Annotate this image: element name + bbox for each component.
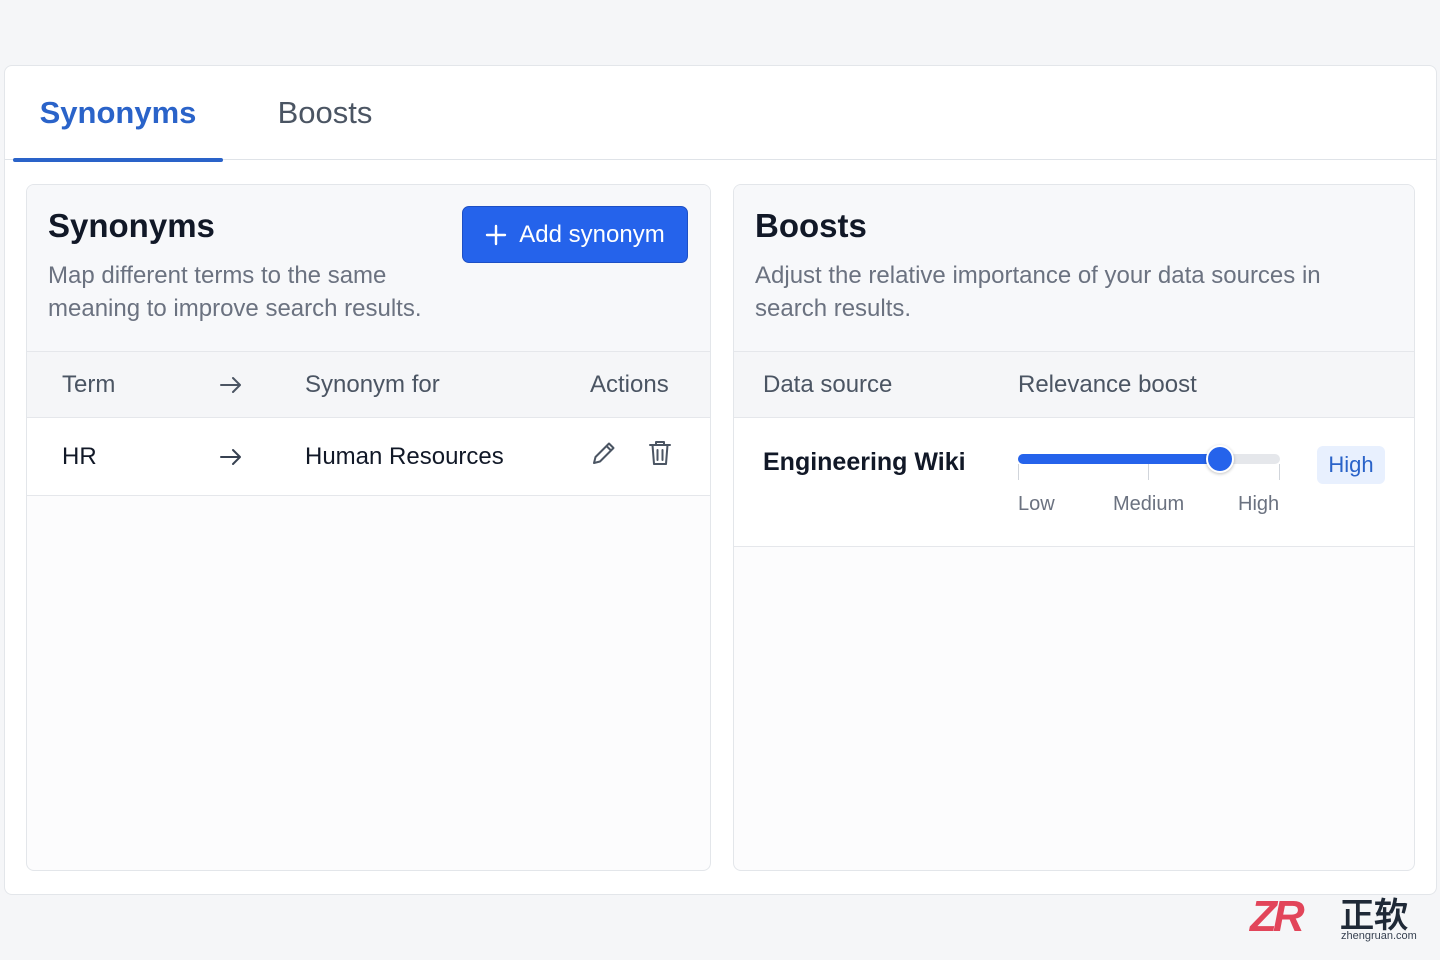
table-row: HR Human Resources [27, 418, 710, 496]
settings-card: Synonyms Boosts Synonyms Map different t… [4, 65, 1437, 895]
delete-button[interactable] [647, 418, 673, 495]
trash-icon [647, 439, 673, 474]
boosts-panel: Boosts Adjust the relative importance of… [733, 184, 1415, 871]
tab-synonyms[interactable]: Synonyms [13, 66, 223, 162]
arrow-right-icon [219, 418, 243, 495]
column-actions: Actions [590, 370, 669, 398]
column-relevance-boost: Relevance boost [1018, 370, 1197, 398]
slider-tick [1018, 464, 1019, 480]
watermark: ZR 正软 zhengruan.com [1250, 888, 1430, 948]
arrow-right-icon [219, 352, 243, 417]
plus-icon [485, 224, 507, 246]
slider-fill [1018, 454, 1220, 464]
edit-button[interactable] [590, 418, 618, 495]
add-synonym-button[interactable]: Add synonym [462, 206, 688, 263]
column-synonym-for: Synonym for [305, 370, 440, 398]
table-row: Engineering Wiki Low Medium High High [734, 418, 1414, 547]
column-term: Term [62, 370, 116, 398]
synonyms-table-header: Term Synonym for Actions [27, 352, 710, 418]
synonyms-panel: Synonyms Map different terms to the same… [26, 184, 711, 871]
watermark-logo: ZR [1250, 892, 1305, 941]
tab-bar: Synonyms Boosts [5, 66, 1436, 162]
slider-label-low: Low [1018, 493, 1055, 515]
slider-thumb[interactable] [1205, 445, 1234, 473]
slider-label-high: High [1238, 493, 1280, 515]
tab-boosts[interactable]: Boosts [245, 66, 405, 160]
slider-tick [1148, 464, 1149, 480]
boosts-title: Boosts [755, 207, 867, 244]
column-data-source: Data source [763, 370, 893, 398]
add-synonym-label: Add synonym [519, 220, 665, 248]
data-source-name: Engineering Wiki [763, 448, 966, 476]
boosts-description: Adjust the relative importance of your d… [755, 262, 1321, 322]
term-cell: HR [62, 442, 97, 470]
synonym-for-cell: Human Resources [305, 442, 504, 470]
boost-value-badge: High [1317, 446, 1385, 484]
slider-tick [1279, 464, 1280, 480]
relevance-slider[interactable] [1018, 445, 1280, 480]
synonyms-description: Map different terms to the same meaning … [48, 262, 422, 322]
synonyms-panel-header: Synonyms Map different terms to the same… [27, 185, 710, 352]
slider-label-medium: Medium [1113, 493, 1185, 515]
boosts-panel-header: Boosts Adjust the relative importance of… [734, 185, 1414, 352]
synonyms-title: Synonyms [48, 207, 215, 244]
boosts-table-header: Data source Relevance boost [734, 352, 1414, 418]
pencil-icon [590, 439, 618, 474]
watermark-url: zhengruan.com [1341, 930, 1417, 942]
